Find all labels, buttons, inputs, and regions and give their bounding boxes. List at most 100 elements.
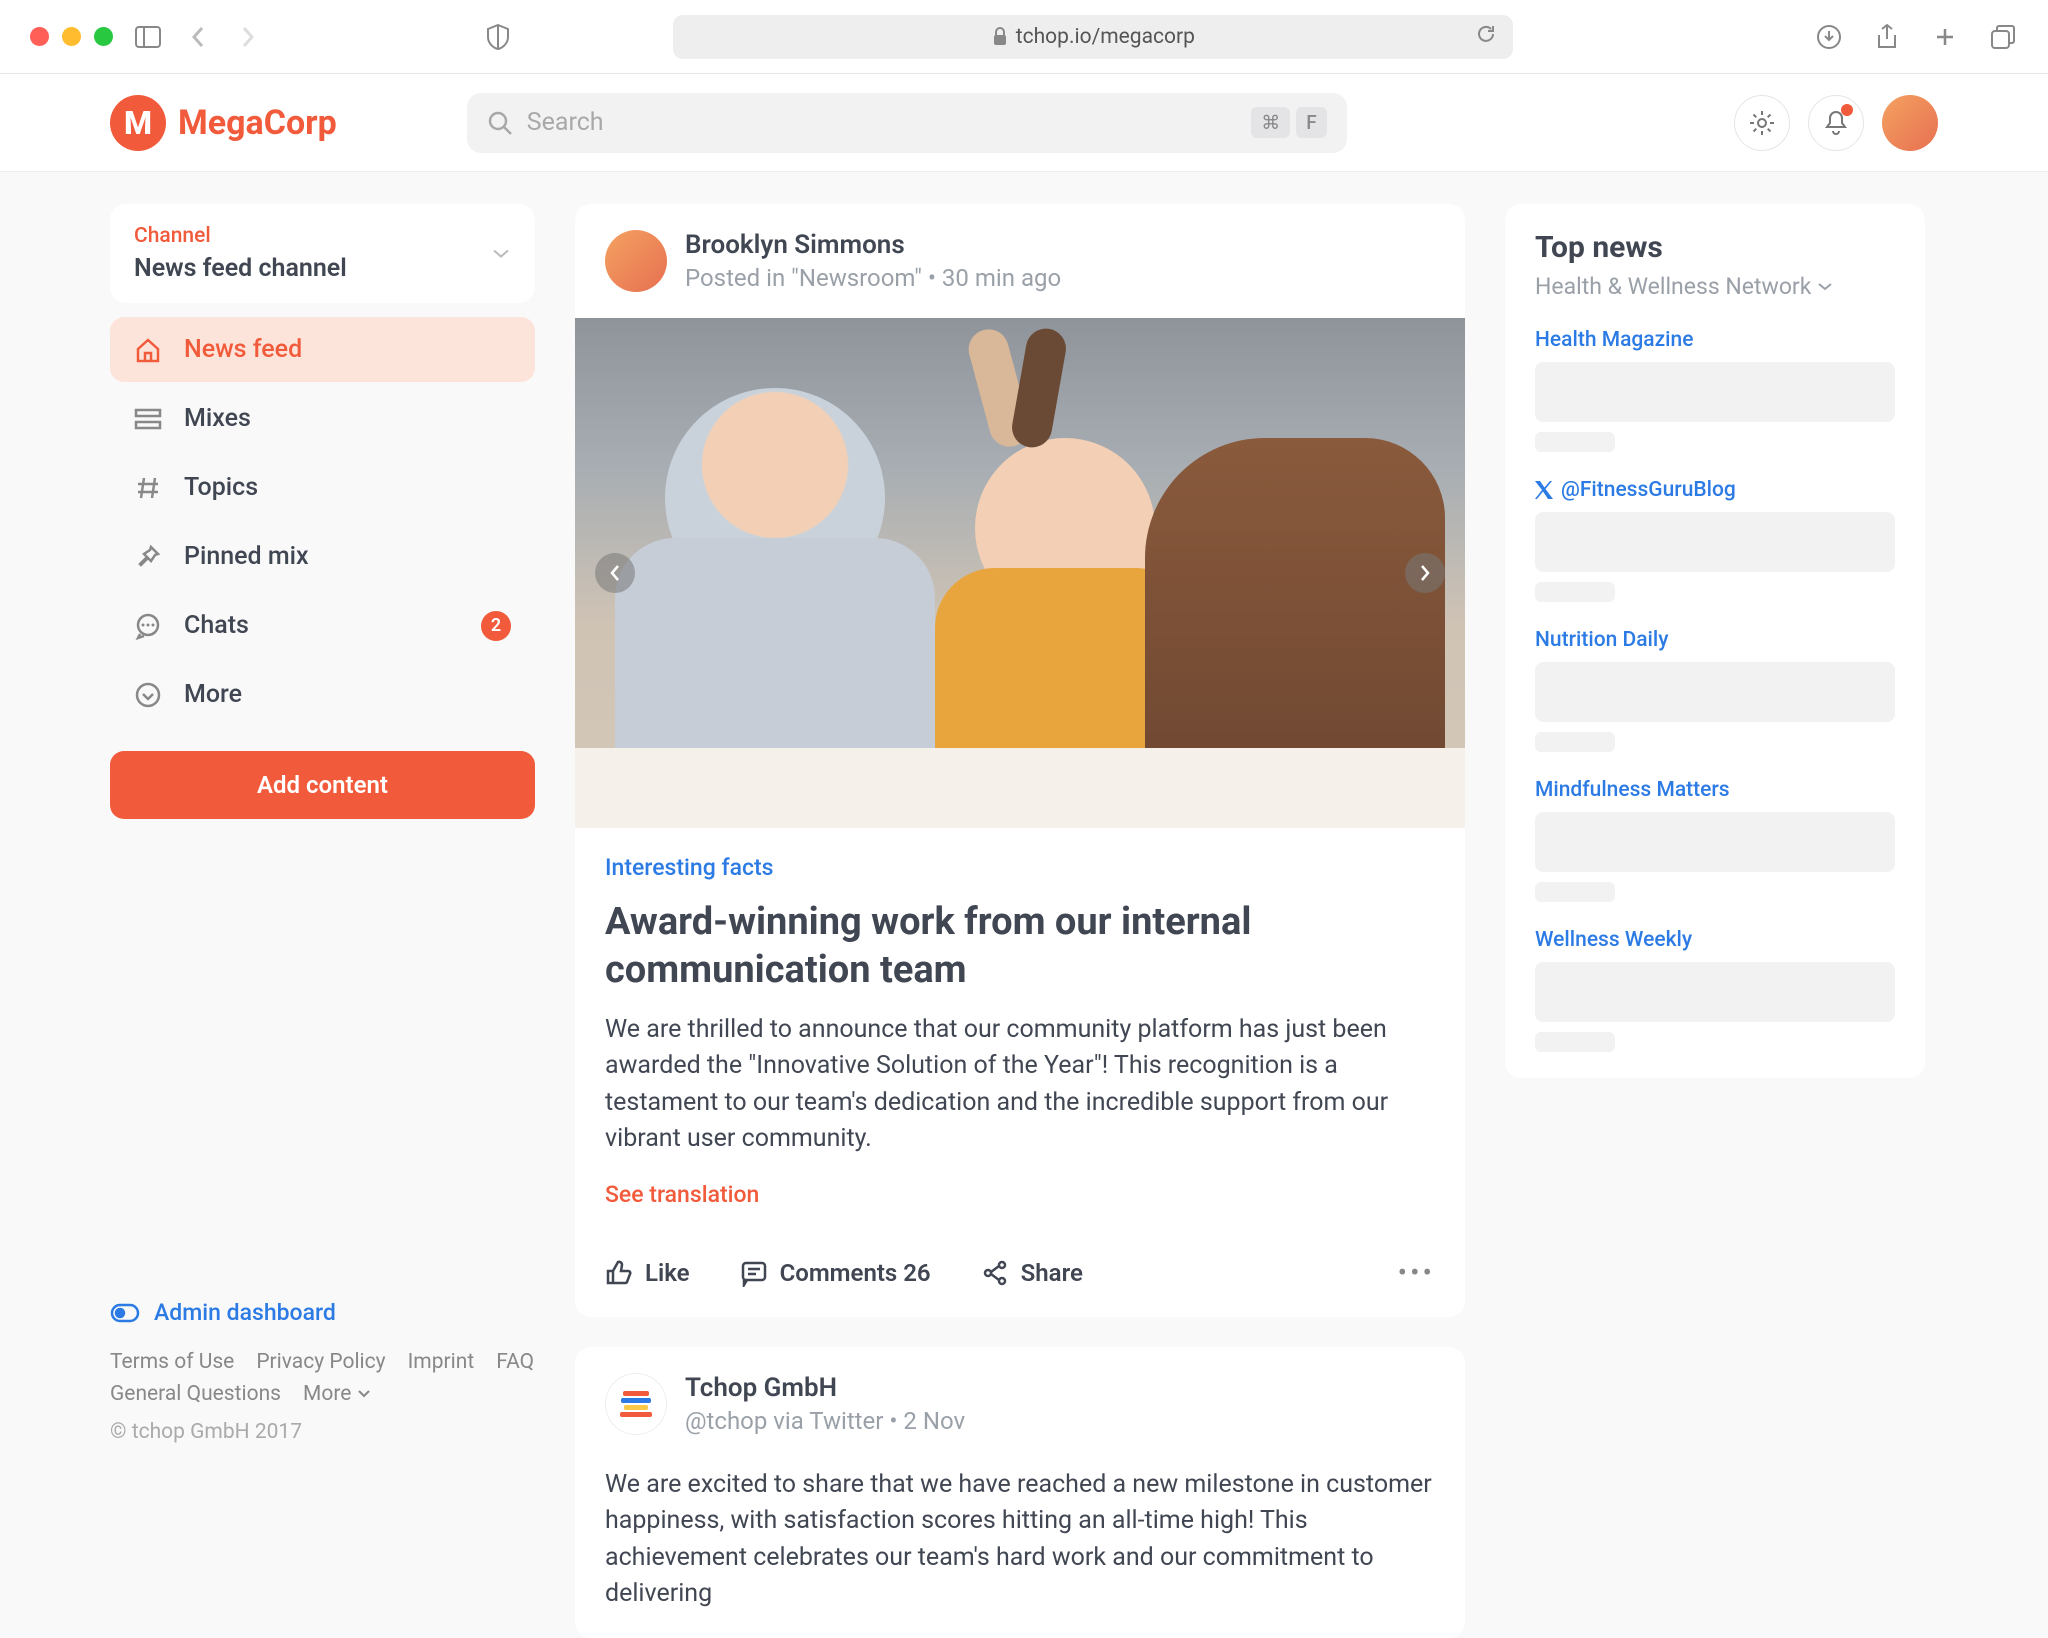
news-source: Nutrition Daily [1535,628,1895,652]
skeleton [1535,732,1615,752]
sidebar-footer: Admin dashboard Terms of Use Privacy Pol… [110,1299,535,1474]
chevron-down-icon [357,1389,371,1399]
top-news-box: Top news Health & Wellness Network Healt… [1505,204,1925,1078]
post-more-button[interactable]: ••• [1398,1256,1435,1289]
post-text: We are thrilled to announce that our com… [605,1012,1435,1157]
post-tag[interactable]: Interesting facts [605,854,1435,881]
chat-icon [134,612,162,640]
gear-icon [1748,109,1776,137]
comment-icon [740,1259,768,1287]
news-title: Top news [1535,230,1895,265]
translate-link[interactable]: See translation [605,1181,1435,1208]
news-item[interactable]: @FitnessGuruBlog [1535,478,1895,602]
channel-selector[interactable]: Channel News feed channel [110,204,535,303]
news-source: Mindfulness Matters [1535,778,1895,802]
sidebar-item-chats[interactable]: Chats 2 [110,593,535,658]
search-box[interactable]: ⌘ F [467,93,1347,153]
right-sidebar: Top news Health & Wellness Network Healt… [1505,204,1925,1638]
post-actions: Like Comments 26 Share ••• [575,1234,1465,1317]
link-general[interactable]: General Questions [110,1382,281,1406]
minimize-window[interactable] [62,27,81,46]
sidebar-item-mixes[interactable]: Mixes [110,386,535,451]
post-author[interactable]: Tchop GmbH [685,1373,965,1403]
post-title: Award-winning work from our internal com… [605,899,1435,994]
post-text: We are excited to share that we have rea… [605,1467,1435,1612]
link-faq[interactable]: FAQ [496,1350,534,1374]
app-header: M MegaCorp ⌘ F [0,74,2048,172]
link-terms[interactable]: Terms of Use [110,1350,234,1374]
share-button[interactable]: Share [981,1259,1083,1287]
close-window[interactable] [30,27,49,46]
shield-icon[interactable] [483,22,513,52]
hash-icon [134,474,162,502]
post-author-avatar[interactable] [605,1373,667,1435]
sidebar-item-more[interactable]: More [110,662,535,727]
sidebar-item-topics[interactable]: Topics [110,455,535,520]
sidebar-item-news-feed[interactable]: News feed [110,317,535,382]
skeleton [1535,882,1615,902]
post-author[interactable]: Brooklyn Simmons [685,230,1061,260]
skeleton [1535,662,1895,722]
nav-label: Mixes [184,404,251,433]
post-body: We are excited to share that we have rea… [575,1461,1465,1638]
like-button[interactable]: Like [605,1259,690,1287]
copyright: © tchop GmbH 2017 [110,1420,535,1444]
downloads-icon[interactable] [1814,22,1844,52]
news-source: Health Magazine [1535,328,1895,352]
logo[interactable]: M MegaCorp [110,95,337,151]
logo-icon: M [110,95,166,151]
skeleton [1535,1032,1615,1052]
search-input[interactable] [527,108,1238,137]
notifications-button[interactable] [1808,95,1864,151]
link-privacy[interactable]: Privacy Policy [256,1350,385,1374]
logo-text: MegaCorp [178,103,337,143]
skeleton [1535,812,1895,872]
share-icon[interactable] [1872,22,1902,52]
post-meta: Posted in "Newsroom" • 30 min ago [685,264,1061,292]
nav-label: Topics [184,473,258,502]
admin-dashboard-link[interactable]: Admin dashboard [110,1299,535,1326]
more-icon [134,681,162,709]
carousel-prev-button[interactable] [595,553,635,593]
news-source-selector[interactable]: Health & Wellness Network [1535,273,1895,300]
post-header: Brooklyn Simmons Posted in "Newsroom" • … [575,204,1465,318]
post-body: Interesting facts Award-winning work fro… [575,828,1465,1234]
news-item[interactable]: Nutrition Daily [1535,628,1895,752]
maximize-window[interactable] [94,27,113,46]
forward-icon[interactable] [233,22,263,52]
news-list: Health Magazine @FitnessGuruBlog Nutriti… [1535,328,1895,1052]
link-imprint[interactable]: Imprint [408,1350,475,1374]
nav-label: More [184,680,242,709]
link-more[interactable]: More [303,1382,371,1406]
news-item[interactable]: Wellness Weekly [1535,928,1895,1052]
pin-icon [134,543,162,571]
sidebar-item-pinned-mix[interactable]: Pinned mix [110,524,535,589]
url-text: tchop.io/megacorp [1016,25,1195,49]
add-content-button[interactable]: Add content [110,751,535,819]
post-author-avatar[interactable] [605,230,667,292]
toggle-icon [110,1303,140,1323]
chevron-down-icon [491,244,511,263]
news-item[interactable]: Health Magazine [1535,328,1895,452]
chevron-down-icon [1817,282,1833,292]
carousel-next-button[interactable] [1405,553,1445,593]
home-icon [134,336,162,364]
nav-label: News feed [184,335,302,364]
skeleton [1535,962,1895,1022]
reload-icon[interactable] [1475,23,1497,51]
share-nodes-icon [981,1259,1009,1287]
mixes-icon [134,405,162,433]
news-source: @FitnessGuruBlog [1535,478,1895,502]
nav-label: Chats [184,611,249,640]
new-tab-icon[interactable] [1930,22,1960,52]
back-icon[interactable] [183,22,213,52]
tabs-icon[interactable] [1988,22,2018,52]
comments-button[interactable]: Comments 26 [740,1259,931,1287]
sidebar-toggle-icon[interactable] [133,22,163,52]
settings-button[interactable] [1734,95,1790,151]
url-bar[interactable]: tchop.io/megacorp [673,15,1513,59]
post-header: Tchop GmbH @tchop via Twitter • 2 Nov [575,1347,1465,1461]
lock-icon [992,27,1008,47]
user-avatar[interactable] [1882,95,1938,151]
news-item[interactable]: Mindfulness Matters [1535,778,1895,902]
